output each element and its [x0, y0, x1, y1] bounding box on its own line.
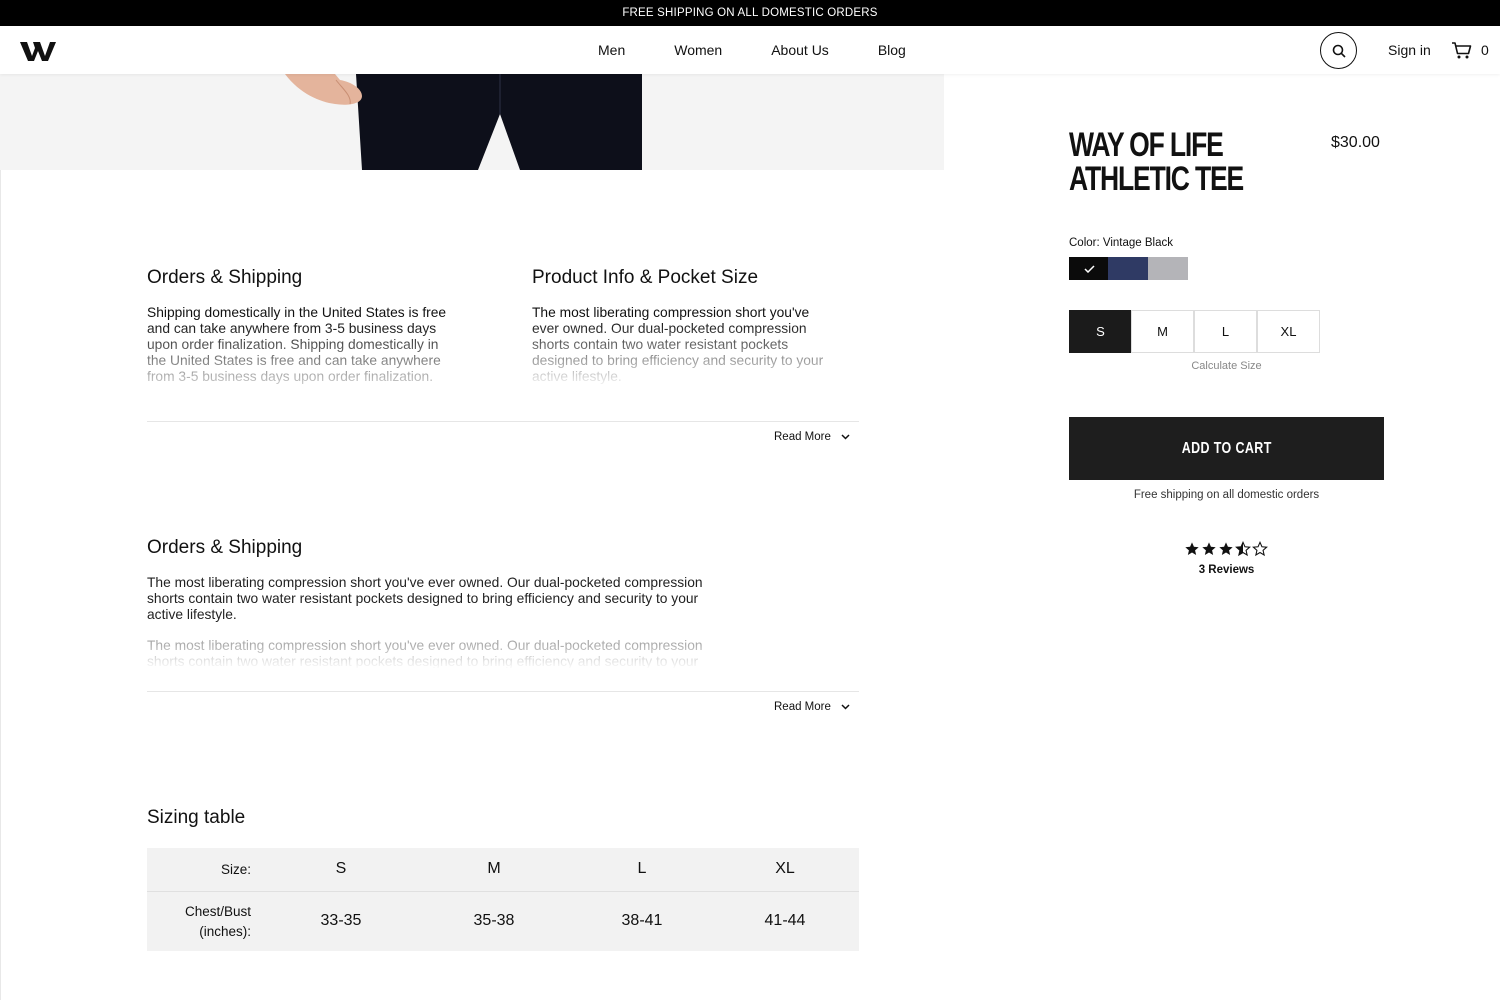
chest-label-line2: (inches):: [199, 924, 251, 939]
chest-row-label: Chest/Bust (inches):: [147, 902, 251, 942]
product-title: Way of Life Athletic Tee: [1069, 126, 1244, 198]
table-row-divider: [147, 891, 859, 892]
calculate-size-link[interactable]: Calculate Size: [1069, 360, 1384, 372]
left-divider: [0, 170, 1, 1000]
orders-shipping-title: Orders & Shipping: [147, 267, 303, 288]
size-header-l: L: [637, 860, 647, 877]
star-full-icon: [1185, 542, 1199, 555]
chest-label-line1: Chest/Bust: [184, 904, 251, 919]
search-icon: [1332, 44, 1346, 58]
promo-text: FREE SHIPPING ON ALL DOMESTIC ORDERS: [622, 7, 878, 19]
size-button-s[interactable]: S: [1069, 310, 1132, 353]
add-to-cart-button[interactable]: ADD TO CART: [1069, 417, 1384, 480]
check-icon: [1083, 264, 1095, 273]
read-more-label: Read More: [774, 431, 831, 443]
chest-value-l: 38-41: [621, 912, 663, 929]
size-header-m: M: [487, 860, 501, 877]
search-button[interactable]: [1320, 32, 1357, 69]
orders-shipping-body: Shipping domestically in the United Stat…: [147, 305, 447, 384]
site-header: Men Women About Us Blog Sign in 0: [0, 26, 1500, 74]
orders-shipping-body-2b: The most liberating compression short yo…: [147, 638, 703, 668]
sizing-table-title: Sizing table: [147, 807, 246, 828]
star-half-icon: [1235, 541, 1251, 557]
rating-stars[interactable]: [1184, 541, 1268, 557]
add-to-cart-label: ADD TO CART: [1181, 439, 1272, 457]
reviews-link[interactable]: 3 Reviews: [1069, 564, 1384, 576]
chevron-down-icon: [841, 434, 850, 440]
nav-blog[interactable]: Blog: [878, 42, 906, 58]
color-label: Color: Vintage Black: [1069, 237, 1173, 249]
read-more-label: Read More: [774, 701, 831, 713]
swatch-navy[interactable]: [1108, 257, 1148, 280]
sign-in-link[interactable]: Sign in: [1388, 42, 1431, 58]
section-divider: [147, 421, 859, 422]
star-full-icon: [1202, 542, 1216, 555]
cart-icon[interactable]: [1451, 41, 1472, 60]
cart-count: 0: [1481, 42, 1489, 58]
size-header-xl: XL: [775, 860, 795, 877]
size-header-s: S: [335, 860, 347, 877]
size-row-label: Size:: [220, 862, 251, 877]
swatch-grey[interactable]: [1148, 257, 1188, 280]
orders-shipping-body-2a: The most liberating compression short yo…: [147, 575, 703, 622]
model-photo: [0, 74, 944, 170]
promo-bar: FREE SHIPPING ON ALL DOMESTIC ORDERS: [0, 0, 1500, 26]
chest-value-xl: 41-44: [764, 912, 806, 929]
product-info-title: Product Info & Pocket Size: [532, 267, 759, 288]
orders-shipping-title-2: Orders & Shipping: [147, 537, 303, 558]
main-nav: Men Women About Us Blog: [598, 26, 955, 74]
nav-women[interactable]: Women: [674, 42, 722, 58]
product-info-body: The most liberating compression short yo…: [532, 305, 824, 384]
nav-men[interactable]: Men: [598, 42, 625, 58]
size-button-xl[interactable]: XL: [1257, 310, 1320, 353]
size-button-l[interactable]: L: [1194, 310, 1257, 353]
swatch-vintage-black[interactable]: [1069, 257, 1109, 280]
free-shipping-note: Free shipping on all domestic orders: [1133, 489, 1320, 501]
chest-value-s: 33-35: [320, 912, 362, 929]
section-divider-2: [147, 691, 859, 692]
read-more-button[interactable]: Read More: [774, 431, 850, 443]
read-more-button-2[interactable]: Read More: [774, 701, 850, 713]
sizing-table: Size: S M L XL Chest/Bust (inches): 33-3…: [147, 848, 859, 951]
chevron-down-icon: [841, 704, 850, 710]
product-image: [0, 74, 944, 170]
size-button-m[interactable]: M: [1131, 310, 1194, 353]
chest-value-m: 35-38: [473, 912, 515, 929]
wol-logo[interactable]: [20, 40, 56, 62]
star-full-icon: [1219, 542, 1233, 555]
star-empty-icon: [1252, 541, 1268, 557]
nav-about-us[interactable]: About Us: [771, 42, 829, 58]
product-price: $30.00: [1331, 134, 1380, 151]
